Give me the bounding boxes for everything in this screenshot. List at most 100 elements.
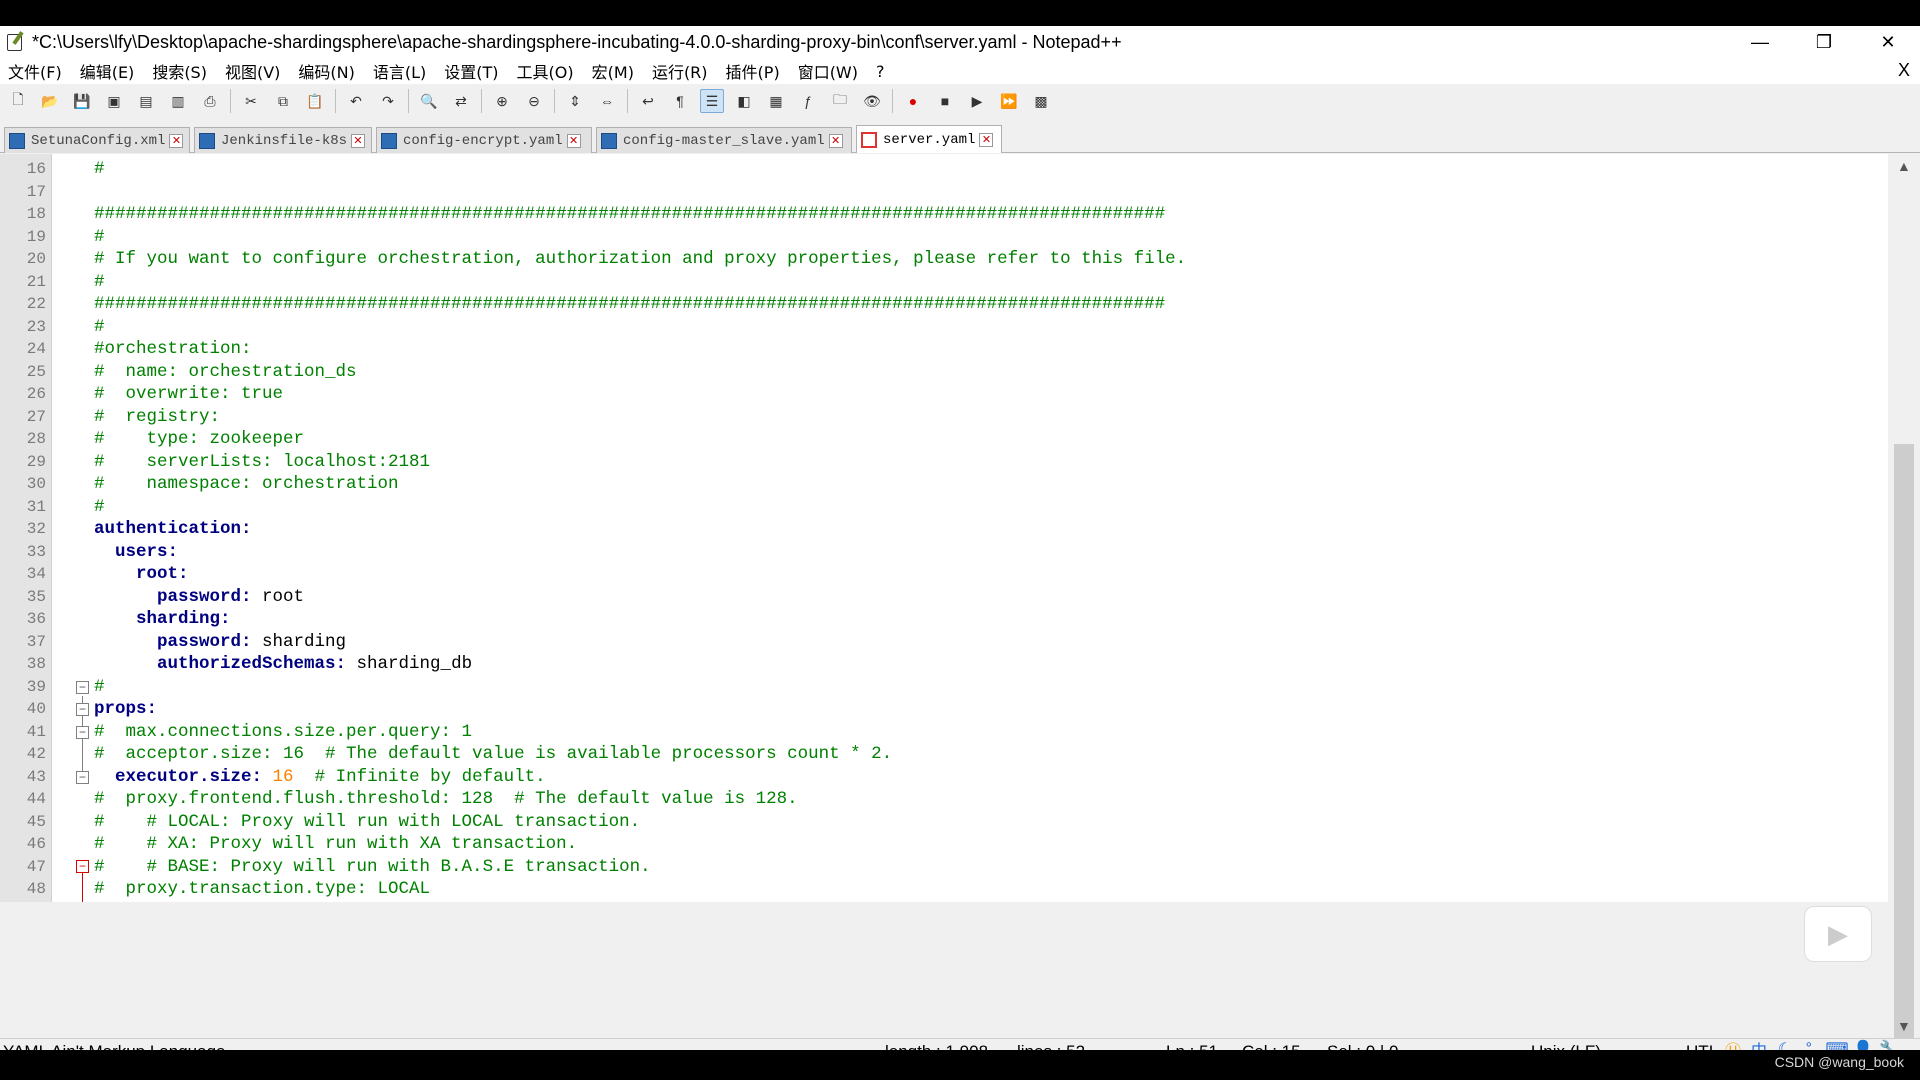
code-line[interactable]: 28 # type: zookeeper: [0, 428, 1888, 451]
code-line[interactable]: 36 sharding:: [0, 608, 1888, 631]
menu-macro[interactable]: 宏(M): [592, 59, 634, 83]
code-line[interactable]: 33 users:: [0, 541, 1888, 564]
code-line[interactable]: 40 props:: [0, 698, 1888, 721]
code-line[interactable]: 29 # serverLists: localhost:2181: [0, 451, 1888, 474]
code-line[interactable]: 19 #: [0, 226, 1888, 249]
zoom-in-icon[interactable]: ⊕: [490, 89, 514, 113]
code-line[interactable]: 23 #: [0, 316, 1888, 339]
tab-close-icon[interactable]: ✕: [828, 133, 843, 148]
code-line[interactable]: 35 password: root: [0, 586, 1888, 609]
print-icon[interactable]: ⎙: [198, 89, 222, 113]
sync-vertical-icon[interactable]: ⇕: [563, 89, 587, 113]
menu-search[interactable]: 搜索(S): [152, 59, 207, 83]
code-line[interactable]: 43 executor.size: 16 # Infinite by defau…: [0, 766, 1888, 789]
code-line[interactable]: 20 # If you want to configure orchestrati…: [0, 248, 1888, 271]
code-line[interactable]: 21 #: [0, 271, 1888, 294]
code-line[interactable]: 22 ######################################…: [0, 293, 1888, 316]
code-line[interactable]: 37 password: sharding: [0, 631, 1888, 654]
menu-settings[interactable]: 设置(T): [444, 59, 498, 83]
play-macro-icon[interactable]: ▶: [965, 89, 989, 113]
code-line[interactable]: 26 # overwrite: true: [0, 383, 1888, 406]
show-all-chars-icon[interactable]: ¶: [668, 89, 692, 113]
new-file-icon[interactable]: 🗋: [6, 89, 30, 113]
tab-close-icon[interactable]: ✕: [351, 133, 366, 148]
video-play-icon[interactable]: ▶: [1804, 906, 1872, 962]
define-language-icon[interactable]: ◧: [732, 89, 756, 113]
code-line[interactable]: 38 authorizedSchemas: sharding_db: [0, 653, 1888, 676]
minimize-button[interactable]: —: [1728, 26, 1792, 58]
menu-file[interactable]: 文件(F): [8, 59, 62, 83]
record-macro-icon[interactable]: ●: [901, 89, 925, 113]
tab-config-encrypt[interactable]: config-encrypt.yaml ✕: [376, 127, 592, 153]
fold-toggle-sharding[interactable]: −: [76, 771, 89, 784]
tab-setunaconfig[interactable]: SetunaConfig.xml ✕: [4, 127, 190, 153]
stop-macro-icon[interactable]: ■: [933, 89, 957, 113]
cut-icon[interactable]: ✂: [239, 89, 263, 113]
scroll-up-icon[interactable]: ▲: [1897, 158, 1911, 174]
code-line[interactable]: 25 # name: orchestration_ds: [0, 361, 1888, 384]
word-wrap-icon[interactable]: ↩: [636, 89, 660, 113]
save-icon[interactable]: 💾: [70, 89, 94, 113]
menu-edit[interactable]: 编辑(E): [80, 59, 135, 83]
code-line[interactable]: 17: [0, 181, 1888, 204]
code-line[interactable]: 27 # registry:: [0, 406, 1888, 429]
code-line[interactable]: 44 # proxy.frontend.flush.threshold: 128 …: [0, 788, 1888, 811]
code-editor[interactable]: 16 #17 18 #################################…: [0, 154, 1888, 902]
close-file-icon[interactable]: ▤: [134, 89, 158, 113]
tab-server-yaml[interactable]: server.yaml ✕: [856, 125, 1002, 153]
run-macro-multiple-icon[interactable]: ⏩: [997, 89, 1021, 113]
code-line[interactable]: 47 # # BASE: Proxy will run with B.A.S.E …: [0, 856, 1888, 879]
code-line[interactable]: 32 authentication:: [0, 518, 1888, 541]
tab-close-icon[interactable]: ✕: [169, 133, 184, 148]
indent-guide-icon[interactable]: ☰: [700, 89, 724, 113]
paste-icon[interactable]: 📋: [303, 89, 327, 113]
save-all-icon[interactable]: ▣: [102, 89, 126, 113]
restore-button[interactable]: ❐: [1792, 26, 1856, 58]
close-document-button[interactable]: X: [1898, 60, 1910, 81]
close-button[interactable]: ✕: [1856, 26, 1920, 58]
tab-close-icon[interactable]: ✕: [979, 132, 994, 147]
scroll-down-icon[interactable]: ▼: [1897, 1018, 1911, 1034]
fold-toggle-props[interactable]: −: [76, 860, 89, 873]
fold-toggle-authentication[interactable]: −: [76, 681, 89, 694]
menu-window[interactable]: 窗口(W): [798, 59, 858, 83]
replace-icon[interactable]: ⇄: [449, 89, 473, 113]
save-macro-icon[interactable]: ▩: [1029, 89, 1053, 113]
fold-toggle-root[interactable]: −: [76, 726, 89, 739]
scrollbar-thumb[interactable]: [1894, 444, 1914, 1044]
vertical-scrollbar[interactable]: ▲ ▼: [1888, 154, 1920, 1044]
code-line[interactable]: 46 # # XA: Proxy will run with XA transac…: [0, 833, 1888, 856]
zoom-out-icon[interactable]: ⊖: [522, 89, 546, 113]
code-line[interactable]: 45 # # LOCAL: Proxy will run with LOCAL t…: [0, 811, 1888, 834]
copy-icon[interactable]: ⧉: [271, 89, 295, 113]
tab-close-icon[interactable]: ✕: [566, 133, 581, 148]
menu-encoding[interactable]: 编码(N): [298, 59, 354, 83]
close-all-icon[interactable]: ▥: [166, 89, 190, 113]
open-file-icon[interactable]: 📂: [38, 89, 62, 113]
code-line[interactable]: 16 #: [0, 158, 1888, 181]
code-line[interactable]: 48 # proxy.transaction.type: LOCAL: [0, 878, 1888, 901]
code-line[interactable]: 30 # namespace: orchestration: [0, 473, 1888, 496]
code-line[interactable]: 41 # max.connections.size.per.query: 1: [0, 721, 1888, 744]
tab-config-master-slave[interactable]: config-master_slave.yaml ✕: [596, 127, 852, 153]
undo-icon[interactable]: ↶: [344, 89, 368, 113]
folder-workspace-icon[interactable]: 🗀: [828, 89, 852, 113]
menu-plugins[interactable]: 插件(P): [726, 59, 780, 83]
code-line[interactable]: 39 #: [0, 676, 1888, 699]
sync-horizontal-icon[interactable]: ⇔: [595, 89, 619, 113]
code-line[interactable]: 18 ######################################…: [0, 203, 1888, 226]
code-line[interactable]: 42 # acceptor.size: 16 # The default valu…: [0, 743, 1888, 766]
menu-language[interactable]: 语言(L): [373, 59, 426, 83]
tab-jenkinsfile[interactable]: Jenkinsfile-k8s ✕: [194, 127, 372, 153]
menu-view[interactable]: 视图(V): [225, 59, 280, 83]
fold-toggle-users[interactable]: −: [76, 703, 89, 716]
find-icon[interactable]: 🔍: [417, 89, 441, 113]
function-list-icon[interactable]: ƒ: [796, 89, 820, 113]
menu-tools[interactable]: 工具(O): [517, 59, 574, 83]
code-line[interactable]: 31 #: [0, 496, 1888, 519]
code-line[interactable]: 24 #orchestration:: [0, 338, 1888, 361]
monitoring-icon[interactable]: 👁: [860, 89, 884, 113]
code-line[interactable]: 34 root:: [0, 563, 1888, 586]
redo-icon[interactable]: ↷: [376, 89, 400, 113]
menu-help[interactable]: ?: [876, 62, 885, 81]
